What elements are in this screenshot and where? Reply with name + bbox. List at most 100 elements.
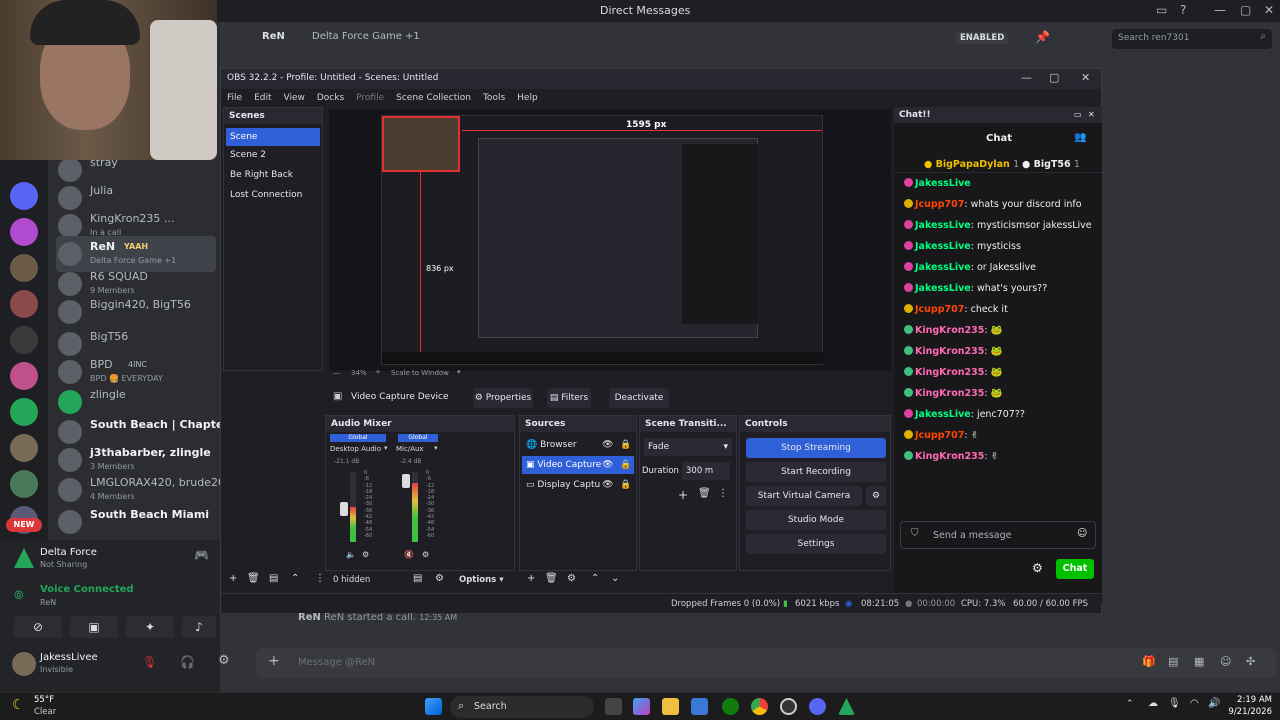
duration-input[interactable]: 300 m <box>682 462 730 480</box>
dm-item[interactable]: LMGLORAX420, brude2003,... 4 Members <box>56 472 253 508</box>
gamepad-icon[interactable]: 🎮 <box>194 548 209 562</box>
chat-username[interactable]: JakessLive <box>915 262 971 273</box>
obs-minimize-icon[interactable]: — <box>1021 71 1032 84</box>
windows-start-icon[interactable] <box>425 698 442 715</box>
menu-file[interactable]: File <box>227 93 242 103</box>
taskbar-search[interactable]: ⌕ Search <box>450 696 594 718</box>
chat-users-icon[interactable]: 👥 <box>1074 132 1086 143</box>
copilot-icon[interactable] <box>633 698 650 715</box>
help-icon[interactable]: ? <box>1180 3 1186 17</box>
mic-settings-icon[interactable]: ⚙ <box>422 550 429 559</box>
chat-username[interactable]: Jcupp707 <box>915 199 964 210</box>
start-recording-button[interactable]: Start Recording <box>746 462 886 482</box>
volume-icon[interactable]: 🔊 <box>1208 698 1220 709</box>
apps-icon[interactable]: ✣ <box>1246 655 1255 668</box>
gif-icon[interactable]: ▤ <box>1168 655 1178 668</box>
settings-button[interactable]: Settings <box>746 534 886 554</box>
server-icon[interactable] <box>10 470 38 498</box>
scene-item-selected[interactable]: Scene <box>226 128 320 146</box>
gift-icon[interactable]: 🎁 <box>1142 655 1156 668</box>
chat-username[interactable]: JakessLive <box>915 220 971 231</box>
lock-icon[interactable]: 🔒 <box>620 456 632 474</box>
maximize-icon[interactable]: ▢ <box>1240 3 1251 17</box>
chat-username[interactable]: KingKron235 <box>915 346 984 357</box>
transition-select[interactable]: Fade ▾ <box>644 438 732 456</box>
message-input[interactable]: + Message @ReN 🎁 ▤ ▦ ☺ ✣ <box>256 648 1276 678</box>
task-view-icon[interactable] <box>605 698 622 715</box>
chat-send-button[interactable]: Chat <box>1056 559 1094 579</box>
desktop-audio-settings-icon[interactable]: ⚙ <box>362 550 369 559</box>
chat-input[interactable]: ⛉ Send a message ☺ <box>900 521 1096 549</box>
clock-time[interactable]: 2:19 AM <box>1232 695 1272 705</box>
mute-icon[interactable]: 🎙 <box>142 655 157 669</box>
scene-filters-icon[interactable]: ▤ <box>269 573 278 584</box>
filters-button[interactable]: ▤ Filters <box>547 388 591 408</box>
chat-username[interactable]: JakessLive <box>915 409 971 420</box>
chat-username[interactable]: JakessLive <box>915 178 971 189</box>
source-down-icon[interactable]: ⌄ <box>611 573 619 584</box>
scene-up-icon[interactable]: ⌃ <box>291 573 299 584</box>
zoom-in-icon[interactable]: + <box>375 368 381 376</box>
enabled-badge[interactable]: ENABLED <box>956 32 1009 44</box>
scene-item[interactable]: Scene 2 <box>230 150 266 160</box>
headphones-icon[interactable]: 🎧 <box>180 655 195 669</box>
server-icon[interactable] <box>10 326 38 354</box>
mic-aux-volume-slider[interactable] <box>402 474 410 488</box>
chat-close-icon[interactable]: ✕ <box>1088 107 1095 123</box>
scale-dropdown-icon[interactable]: ▾ <box>457 368 461 376</box>
chat-username[interactable]: Jcupp707 <box>915 304 964 315</box>
source-settings-icon[interactable]: ⚙ <box>567 573 576 584</box>
chat-username[interactable]: JakessLive <box>915 241 971 252</box>
mic-aux-menu-icon[interactable]: ▾ <box>434 444 438 452</box>
dm-item[interactable]: South Beach Miami <box>56 504 216 540</box>
server-icon[interactable] <box>10 254 38 282</box>
options-dropdown[interactable]: Options ▾ <box>459 575 503 585</box>
file-explorer-icon[interactable] <box>662 698 679 715</box>
desktop-audio-speaker-icon[interactable]: 🔈 <box>346 550 356 559</box>
clock-date[interactable]: 9/21/2026 <box>1228 707 1272 717</box>
chat-settings-icon[interactable]: ⚙ <box>1032 561 1043 575</box>
source-up-icon[interactable]: ⌃ <box>591 573 599 584</box>
scene-item[interactable]: Be Right Back <box>230 170 293 180</box>
tray-chevron-icon[interactable]: ⌃ <box>1126 699 1134 709</box>
server-icon[interactable] <box>10 182 38 210</box>
minimize-icon[interactable]: — <box>1214 3 1226 17</box>
add-attachment-icon[interactable]: + <box>268 653 280 669</box>
mixer-layout-icon[interactable]: ▤ <box>413 573 422 584</box>
xbox-icon[interactable] <box>722 698 739 715</box>
search-input[interactable]: Search ren7301 ⌕ <box>1112 29 1272 49</box>
chat-username[interactable]: KingKron235 <box>915 451 984 462</box>
camera-off-button[interactable]: ⊘ <box>14 616 62 638</box>
discord-icon[interactable] <box>809 698 826 715</box>
remove-source-icon[interactable]: 🗑 <box>545 573 558 584</box>
inbox-icon[interactable]: ▭ <box>1156 3 1167 17</box>
remove-transition-icon[interactable]: 🗑 <box>698 488 711 499</box>
chat-username[interactable]: JakessLive <box>915 283 971 294</box>
obs-preview[interactable]: 1595 px 836 px <box>329 109 891 371</box>
studio-mode-button[interactable]: Studio Mode <box>746 510 886 530</box>
source-item[interactable]: 🌐 Browser 👁 🔒 <box>522 436 634 454</box>
properties-button[interactable]: ⚙ Properties <box>473 388 533 408</box>
stop-streaming-button[interactable]: Stop Streaming <box>746 438 886 458</box>
zoom-out-icon[interactable]: — <box>333 369 340 377</box>
transition-more-icon[interactable]: ⋮ <box>718 488 728 499</box>
add-transition-icon[interactable]: + <box>678 488 688 502</box>
desktop-audio-menu-icon[interactable]: ▾ <box>384 444 388 452</box>
desktop-audio-volume-slider[interactable] <box>340 502 348 516</box>
mic-mute-icon[interactable]: 🔇 <box>404 550 414 559</box>
undock-icon[interactable]: ▭ <box>1074 107 1082 123</box>
remove-scene-icon[interactable]: 🗑 <box>247 573 260 584</box>
visibility-icon[interactable]: 👁 <box>602 456 614 474</box>
lock-icon[interactable]: 🔒 <box>620 436 631 454</box>
scene-more-icon[interactable]: ⋮ <box>315 573 325 584</box>
menu-docks[interactable]: Docks <box>317 93 344 103</box>
start-virtual-camera-button[interactable]: Start Virtual Camera <box>746 486 862 506</box>
emote-icon[interactable]: ☺ <box>1077 528 1087 539</box>
user-settings-icon[interactable]: ⚙ <box>218 653 230 668</box>
chat-username[interactable]: Jcupp707 <box>915 430 964 441</box>
preview-webcam-source[interactable] <box>382 116 460 172</box>
pin-icon[interactable]: 📌 <box>1035 30 1050 44</box>
cloud-icon[interactable]: ☁ <box>1148 698 1158 709</box>
scale-mode[interactable]: Scale to Window <box>391 369 449 377</box>
activities-button[interactable]: ✦ <box>126 616 174 638</box>
